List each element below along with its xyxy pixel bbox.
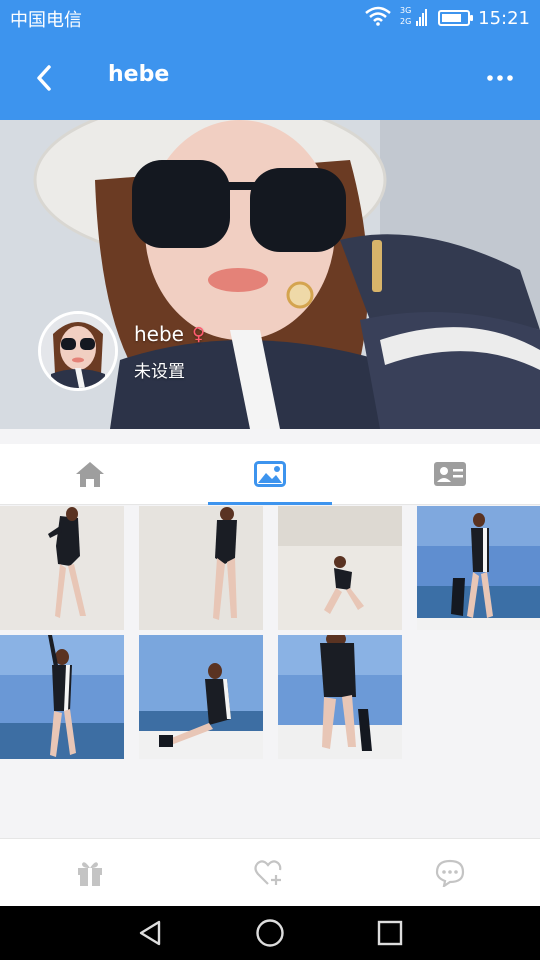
- back-button[interactable]: [24, 58, 64, 98]
- battery-icon: [438, 10, 474, 26]
- signal-icon: 3G 2G: [400, 5, 430, 32]
- heart-plus-icon: [254, 859, 282, 885]
- username-label: hebe: [134, 322, 184, 346]
- more-dots-icon: [487, 75, 513, 81]
- recents-square-icon: [377, 920, 403, 946]
- home-icon: [76, 462, 104, 487]
- photo-tile[interactable]: [0, 506, 124, 630]
- photo-tile[interactable]: [278, 635, 402, 759]
- gift-button[interactable]: [0, 839, 180, 906]
- home-circle-icon: [256, 919, 284, 947]
- photo-thumbnail: [0, 506, 124, 630]
- photo-album-icon: [254, 461, 286, 487]
- id-card-icon: [434, 462, 466, 486]
- system-nav-bar: [0, 906, 540, 960]
- photo-thumbnail: [139, 635, 263, 759]
- avatar[interactable]: [38, 311, 118, 391]
- photo-thumbnail: [0, 635, 124, 759]
- clock: 15:21: [478, 7, 530, 29]
- gift-icon: [78, 861, 102, 886]
- tab-profile-card[interactable]: [360, 444, 540, 504]
- tab-home[interactable]: [0, 444, 180, 504]
- follow-button[interactable]: [180, 839, 360, 906]
- status-bar: 中国电信 3G 2G 15:21: [0, 0, 540, 36]
- photo-thumbnail: [278, 635, 402, 759]
- nav-back-button[interactable]: [130, 913, 170, 953]
- photo-tile[interactable]: [417, 506, 540, 630]
- nav-home-button[interactable]: [250, 913, 290, 953]
- profile-cover: hebe ♀ 未设置: [0, 120, 540, 429]
- nav-recents-button[interactable]: [370, 913, 410, 953]
- page-title: hebe: [108, 62, 170, 87]
- app-bar: hebe: [0, 36, 540, 120]
- action-bar: [0, 838, 540, 906]
- photo-tile[interactable]: [139, 635, 263, 759]
- photo-tile[interactable]: [0, 635, 124, 759]
- photo-thumbnail: [417, 506, 540, 630]
- status-icons: 3G 2G 15:21: [364, 4, 530, 32]
- chevron-left-icon: [37, 65, 51, 91]
- photo-thumbnail: [278, 506, 402, 630]
- chat-button[interactable]: [360, 839, 540, 906]
- photo-grid: [0, 506, 540, 836]
- photo-tile[interactable]: [278, 506, 402, 630]
- more-button[interactable]: [480, 58, 520, 98]
- photo-tile[interactable]: [139, 506, 263, 630]
- back-triangle-icon: [139, 920, 161, 946]
- photo-thumbnail: [139, 506, 263, 630]
- profile-tabs: [0, 444, 540, 505]
- avatar-image: [41, 314, 115, 388]
- profile-info: 未设置: [134, 362, 185, 382]
- tab-photos[interactable]: [180, 444, 360, 505]
- profile-name: hebe ♀: [134, 322, 205, 346]
- female-icon: ♀: [191, 323, 206, 345]
- chat-bubble-icon: [435, 859, 465, 887]
- carrier-label: 中国电信: [10, 10, 82, 31]
- wifi-icon: [364, 6, 392, 31]
- svg-text:2G: 2G: [400, 17, 411, 26]
- svg-text:3G: 3G: [400, 6, 411, 15]
